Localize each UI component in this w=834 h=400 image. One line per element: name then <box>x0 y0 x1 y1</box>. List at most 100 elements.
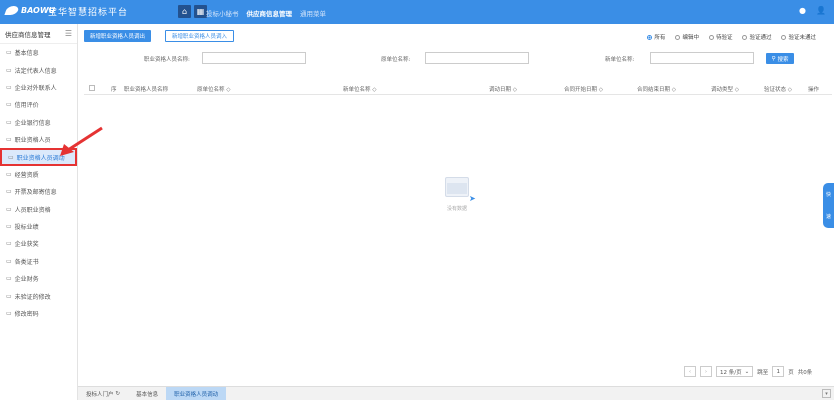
radio-label: 编辑中 <box>682 35 699 41</box>
radio-label: 验证未通过 <box>788 35 816 41</box>
sidebar-item[interactable]: ▭ 投标业绩 <box>0 218 77 235</box>
quick-access-widget[interactable]: 快 速 <box>823 183 834 228</box>
empty-text: 没有数据 <box>446 206 467 212</box>
page-size-value: 12 条/页 <box>720 369 742 376</box>
page-suffix: 页 <box>788 369 794 376</box>
top-right-actions: ● 👤 <box>799 6 826 15</box>
new-unit-label: 新单位名称: <box>605 57 635 63</box>
sidebar-title: 供应商信息管理 <box>5 30 51 39</box>
sidebar-item-label: 基本信息 <box>14 50 39 58</box>
float-label-2: 速 <box>825 214 831 221</box>
next-page-button[interactable]: › <box>700 366 712 377</box>
tab-basic-info[interactable]: 基本信息 <box>128 387 166 400</box>
col-new-unit[interactable]: 新单位名称 ◇ <box>343 85 376 93</box>
top-nav: 投标小秘书 供应商信息管理 通用菜单 <box>206 8 326 18</box>
new-unit-input[interactable] <box>650 52 754 64</box>
status-radio[interactable]: 验证未通过 <box>781 33 816 41</box>
folder-icon: ▭ <box>6 310 12 318</box>
page-number-input[interactable]: 1 <box>772 366 785 377</box>
sidebar-item-label: 开票及邮寄信息 <box>14 189 57 197</box>
radio-dot-icon <box>781 34 787 40</box>
status-radio[interactable]: 验证通过 <box>742 33 771 41</box>
sidebar-item-label: 经营资质 <box>14 171 39 179</box>
sidebar-header: 供应商信息管理 ☰ <box>0 24 77 44</box>
tab-bidder-portal[interactable]: 投标人门户 ↻ <box>78 387 128 400</box>
sidebar-item[interactable]: ▭ 开票及邮寄信息 <box>0 183 77 200</box>
col-verify-status[interactable]: 验证状态 ◇ <box>764 85 792 93</box>
home-icon[interactable]: ⌂ <box>178 5 191 18</box>
radio-dot-icon <box>742 34 748 40</box>
col-contract-end[interactable]: 合同结束日期 ◇ <box>637 85 676 93</box>
sidebar-item-label: 法定代表人信息 <box>14 67 57 75</box>
col-transfer-type[interactable]: 调动类型 ◇ <box>711 85 739 93</box>
nav-item-supplier-info[interactable]: 供应商信息管理 <box>247 8 293 18</box>
status-radio[interactable]: 待验证 <box>708 33 733 41</box>
empty-state: ➤ 没有数据 <box>433 174 481 212</box>
sidebar-list: ▭ 基本信息 ▭ 法定代表人信息 ▭ 企业对外联系人 ▭ 信用评价 ▭ 企业银行信息 ▭ 职业资格人员… <box>0 44 77 322</box>
tab-personnel-transfer[interactable]: 职业资格人员调动 <box>166 387 227 400</box>
folder-icon: ▭ <box>6 188 12 196</box>
folder-icon: ▭ <box>6 170 12 178</box>
nav-item-assistant[interactable]: 投标小秘书 <box>206 8 239 18</box>
col-transfer-date[interactable]: 调动日期 ◇ <box>489 85 517 93</box>
sidebar-item[interactable]: ▭ 信用评价 <box>0 96 77 113</box>
logo-mark-icon <box>4 6 20 15</box>
sidebar-item[interactable]: ▭ 企业财务 <box>0 270 77 287</box>
folder-icon: ▭ <box>6 292 12 300</box>
col-contract-start[interactable]: 合同开始日期 ◇ <box>564 85 603 93</box>
nav-item-general-menu[interactable]: 通用菜单 <box>300 8 326 18</box>
float-label-1: 快 <box>825 191 831 198</box>
person-name-label: 职业资格人员名称: <box>144 57 190 63</box>
radio-label: 所有 <box>654 35 666 41</box>
col-orig-unit[interactable]: 原单位名称 ◇ <box>197 85 230 93</box>
top-bar: BAOWU 宝华智慧招标平台 ⌂ ▦ 投标小秘书 供应商信息管理 通用菜单 ● … <box>0 0 834 24</box>
radio-dot-icon <box>708 34 714 40</box>
sidebar-item[interactable]: ▭ 经营资质 <box>0 166 77 183</box>
tab-scroll-button[interactable]: ▾ <box>822 389 831 398</box>
search-icon: ⚲ <box>771 55 776 62</box>
sidebar-item-label: 各类证书 <box>14 258 39 266</box>
search-button[interactable]: ⚲ 搜索 <box>766 53 794 64</box>
empty-document-icon: ➤ <box>439 174 476 204</box>
sidebar-item[interactable]: ▭ 基本信息 <box>0 44 77 61</box>
sidebar-item[interactable]: ▭ 企业获奖 <box>0 235 77 252</box>
sidebar-item[interactable]: ▭ 企业对外联系人 <box>0 79 77 96</box>
col-actions: 操作 <box>808 87 820 93</box>
folder-icon: ▭ <box>6 66 12 74</box>
sidebar-item[interactable]: ▭ 法定代表人信息 <box>0 61 77 78</box>
col-person-name[interactable]: 职业资格人员名称 <box>124 85 168 93</box>
folder-icon: ▭ <box>6 223 12 231</box>
select-all-checkbox[interactable] <box>89 85 95 91</box>
folder-icon: ▭ <box>6 257 12 265</box>
col-index: 序 <box>111 87 117 93</box>
bell-icon[interactable]: ● <box>799 6 806 15</box>
refresh-icon[interactable]: ↻ <box>116 391 121 397</box>
add-transfer-out-button[interactable]: 新增职业资格人员调出 <box>84 30 152 42</box>
sidebar-item-label: 未验证的修改 <box>14 293 51 301</box>
radio-label: 待验证 <box>715 35 733 41</box>
sidebar-item-label: 修改密码 <box>14 311 39 319</box>
pagination: ‹ › 12 条/页 ⌄ 跳至 1 页 共0条 <box>684 366 812 377</box>
status-radio[interactable]: 所有 <box>647 33 665 41</box>
sidebar-item[interactable]: ▭ 各类证书 <box>0 253 77 270</box>
page-size-select[interactable]: 12 条/页 ⌄ <box>716 366 754 377</box>
prev-page-button[interactable]: ‹ <box>684 366 696 377</box>
sidebar-item[interactable]: ▭ 修改密码 <box>0 305 77 322</box>
folder-icon: ▭ <box>8 153 14 161</box>
person-name-input[interactable] <box>202 52 306 64</box>
folder-icon: ▭ <box>6 83 12 91</box>
add-transfer-in-button[interactable]: 新增职业资格人员调入 <box>165 30 235 42</box>
user-icon[interactable]: 👤 <box>816 6 826 15</box>
sidebar-item-label: 信用评价 <box>14 102 39 110</box>
sidebar-item[interactable]: ▭ 未验证的修改 <box>0 287 77 304</box>
status-radio-group: 所有 编辑中 待验证 验证通过 验证未通过 <box>647 33 816 41</box>
orig-unit-input[interactable] <box>425 52 529 64</box>
status-radio[interactable]: 编辑中 <box>675 33 699 41</box>
hamburger-icon[interactable]: ☰ <box>65 29 72 38</box>
sidebar-item[interactable]: ▭ 人员职业资格 <box>0 201 77 218</box>
sidebar-item-label: 企业财务 <box>14 276 39 284</box>
sidebar-item-label: 企业对外联系人 <box>14 84 57 92</box>
main-content: 新增职业资格人员调出 新增职业资格人员调入 所有 编辑中 待验证 验证通过 验证未通过 … <box>78 24 834 386</box>
folder-icon: ▭ <box>6 205 12 213</box>
folder-icon: ▭ <box>6 275 12 283</box>
